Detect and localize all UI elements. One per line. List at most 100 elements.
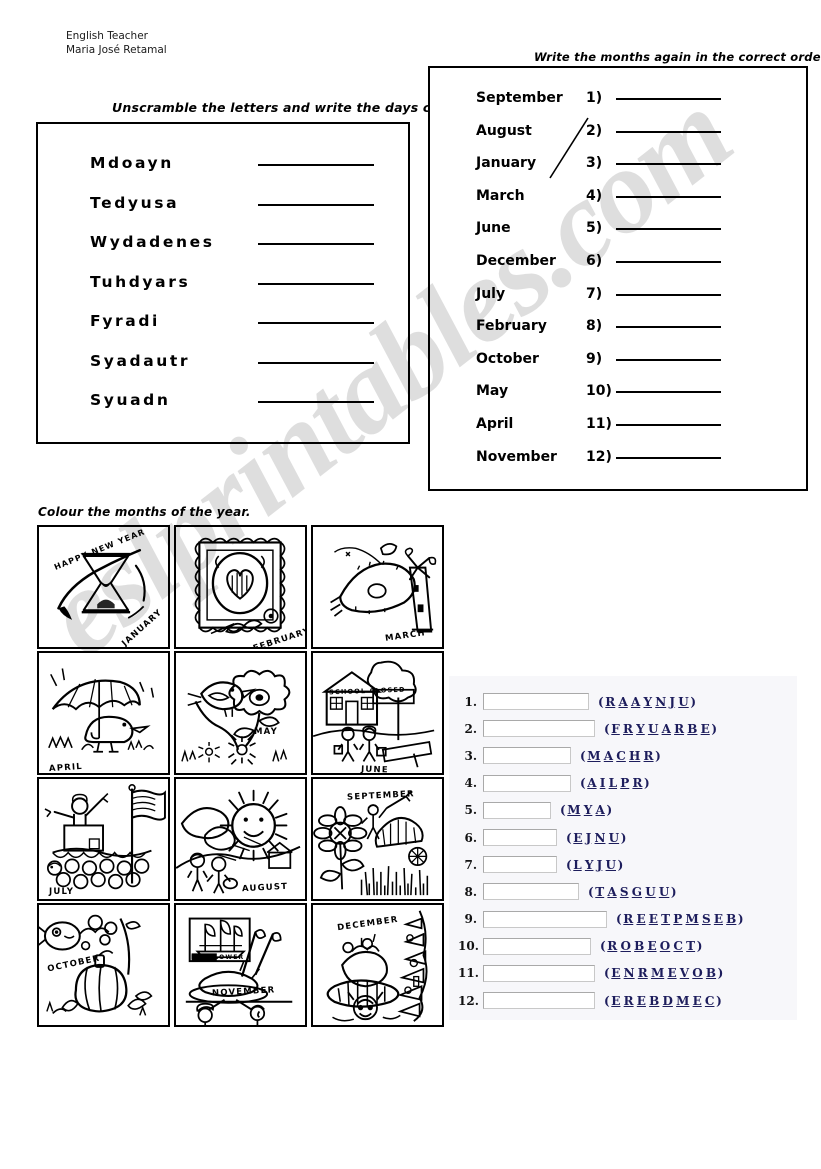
scrambled-month-letters: (M A C H R) <box>580 748 661 763</box>
month-order-number: 8) <box>586 318 603 335</box>
month-name: September <box>476 90 563 106</box>
scrambled-month-answer-input[interactable] <box>483 937 591 955</box>
month-order-number: 12) <box>586 448 612 465</box>
month-name: January <box>476 155 537 172</box>
month-order-row: September 1) <box>430 90 806 123</box>
month-illustration <box>313 660 435 768</box>
months-order-heading: Write the months again in the correct or… <box>534 50 821 64</box>
month-name: March <box>476 187 525 204</box>
scrambled-month-answer-input[interactable] <box>483 774 571 792</box>
scrambled-month-answer-input[interactable] <box>483 883 579 901</box>
month-order-number: 6) <box>586 252 603 269</box>
day-answer-line[interactable] <box>258 401 374 403</box>
scrambled-month-answer-input[interactable] <box>483 801 551 819</box>
month-answer-line[interactable] <box>616 456 721 459</box>
scrambled-month-number: 12. <box>458 993 479 1008</box>
picture-month-label: JUNE <box>360 764 389 775</box>
month-name: April <box>476 415 514 432</box>
month-picture-march: MARCH <box>311 525 444 649</box>
month-answer-line[interactable] <box>616 358 721 361</box>
scrambled-month-letters: (L Y J U) <box>566 857 624 872</box>
month-answer-line[interactable] <box>616 98 721 100</box>
day-row: Tuhdyars <box>38 273 408 313</box>
months-list: September 1) August 2) January 3) March 4) June 5… <box>430 68 806 481</box>
scrambled-day-word: Tuhdyars <box>90 272 191 291</box>
months-order-box: September 1) August 2) January 3) March 4) June 5… <box>428 66 808 491</box>
scrambled-month-number: 1. <box>464 694 477 709</box>
scrambled-day-word: Syuadn <box>90 391 171 409</box>
month-picture-may: MAY <box>174 651 307 775</box>
scrambled-month-row: 9. (R E E T P M S E B) <box>449 906 797 933</box>
scrambled-month-answer-input[interactable] <box>483 829 557 847</box>
scrambled-day-word: Tedyusa <box>90 193 180 212</box>
month-illustration <box>181 669 291 765</box>
scrambled-month-answer-input[interactable] <box>483 910 607 928</box>
scrambled-day-word: Fyradi <box>90 312 160 330</box>
month-picture-february: FEBRUARY <box>174 525 307 649</box>
days-list: Mdoayn Tedyusa Wydadenes Tuhdyars Fyradi Syad… <box>38 124 408 442</box>
month-name: October <box>476 350 539 367</box>
scrambled-month-number: 10. <box>458 939 479 954</box>
day-answer-line[interactable] <box>258 203 374 206</box>
scrambled-month-letters: (M Y A) <box>560 803 613 818</box>
month-picture-december: DECEMBER <box>311 903 444 1027</box>
scrambled-day-word: Mdoayn <box>90 154 174 172</box>
month-picture-november: MAYFLOWER NOVEMBER <box>174 903 307 1027</box>
month-answer-line[interactable] <box>616 423 721 426</box>
month-order-row: July 7) <box>430 286 806 319</box>
scrambled-month-answer-input[interactable] <box>483 856 557 874</box>
month-order-row: June 5) <box>430 220 806 253</box>
month-order-number: 10) <box>586 383 612 400</box>
picture-month-label: MAY <box>254 727 278 737</box>
month-name: June <box>476 220 511 237</box>
scrambled-day-word: Syadautr <box>90 351 191 370</box>
author-name: Maria José Retamal <box>66 43 167 56</box>
month-order-row: January 3) <box>430 155 806 188</box>
month-picture-june: SCHOOL CLOSED JUNE <box>311 651 444 775</box>
scrambled-month-row: 10. (R O B E O C T) <box>449 933 797 960</box>
scrambled-month-letters: (R E E T P M S E B) <box>616 912 744 927</box>
day-row: Syadautr <box>38 352 408 392</box>
month-picture-september: SEPTEMBER <box>311 777 444 901</box>
day-answer-line[interactable] <box>258 361 374 364</box>
author-block: English Teacher Maria José Retamal <box>66 30 167 57</box>
month-order-row: December 6) <box>430 253 806 286</box>
month-name: May <box>476 383 509 400</box>
day-answer-line[interactable] <box>258 164 374 166</box>
scrambled-month-answer-input[interactable] <box>483 992 595 1010</box>
scrambled-month-answer-input[interactable] <box>483 964 595 982</box>
scrambled-month-letters: (F R Y U A R B E) <box>604 721 718 736</box>
days-exercise-box: Mdoayn Tedyusa Wydadenes Tuhdyars Fyradi Syad… <box>36 122 410 444</box>
scrambled-month-letters: (R A A Y N J U) <box>598 694 696 709</box>
month-name: February <box>476 318 547 335</box>
scrambled-month-number: 3. <box>464 748 477 763</box>
day-answer-line[interactable] <box>258 282 374 285</box>
day-row: Syuadn <box>38 391 408 431</box>
scrambled-month-letters: (E J N U) <box>566 830 627 845</box>
scrambled-month-letters: (E R E B D M E C) <box>604 993 722 1008</box>
month-answer-line[interactable] <box>616 326 721 329</box>
month-name: August <box>476 122 532 139</box>
scrambled-month-number: 2. <box>464 721 477 736</box>
month-order-number: 4) <box>586 187 603 204</box>
month-answer-line[interactable] <box>616 195 721 198</box>
scrambled-month-answer-input[interactable] <box>483 720 595 738</box>
day-answer-line[interactable] <box>258 243 374 245</box>
month-picture-august: AUGUST <box>174 777 307 901</box>
scrambled-month-answer-input[interactable] <box>483 693 589 711</box>
month-answer-line[interactable] <box>616 293 721 296</box>
day-answer-line[interactable] <box>258 322 374 324</box>
month-picture-january: HAPPY NEW YEAR JANUARY <box>37 525 170 649</box>
month-answer-line[interactable] <box>616 260 721 263</box>
month-order-row: March 4) <box>430 188 806 221</box>
month-answer-line[interactable] <box>616 391 721 394</box>
month-name: November <box>476 448 557 465</box>
month-answer-line[interactable] <box>616 130 721 133</box>
month-order-row: May 10) <box>430 383 806 416</box>
month-order-number: 11) <box>586 415 612 432</box>
day-row: Fyradi <box>38 312 408 352</box>
scrambled-month-answer-input[interactable] <box>483 747 571 765</box>
month-answer-line[interactable] <box>616 228 721 231</box>
month-answer-line[interactable] <box>616 163 721 166</box>
month-order-number: 3) <box>586 155 603 172</box>
